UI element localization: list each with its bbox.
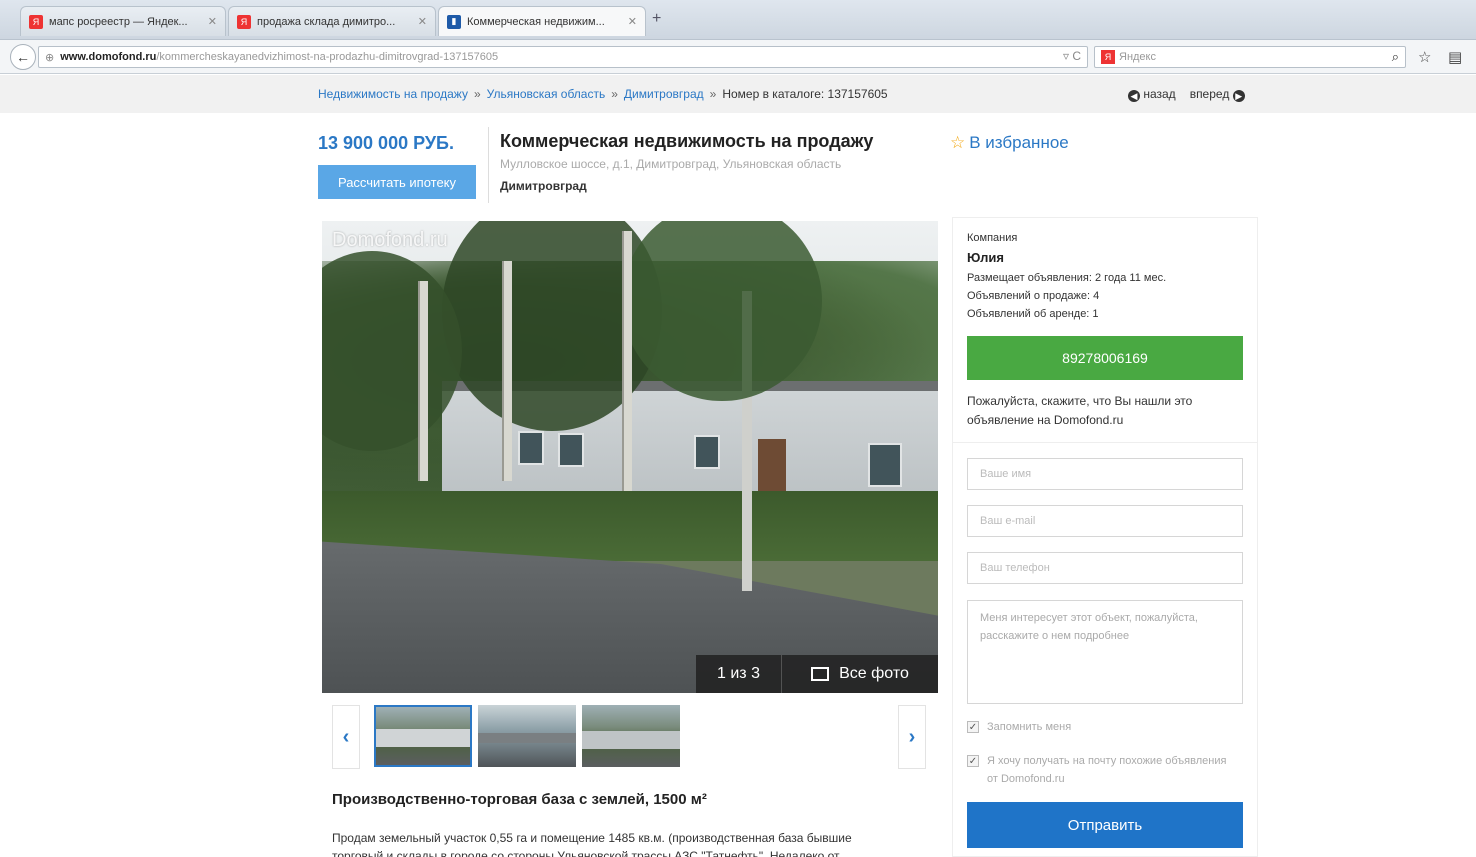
submit-button[interactable]: Отправить — [967, 802, 1243, 848]
mortgage-calc-button[interactable]: Рассчитать ипотеку — [318, 165, 476, 199]
company-label: Компания — [967, 232, 1018, 244]
back-arrow-icon[interactable]: ← — [10, 44, 36, 70]
subscribe-checkbox[interactable]: ✓ Я хочу получать на почту похожие объяв… — [967, 752, 1237, 788]
agent-name: Юлия — [967, 250, 1004, 265]
breadcrumb-separator: » — [709, 87, 717, 101]
thumbnail-strip: ‹ › — [332, 705, 926, 769]
star-icon: ☆ — [950, 133, 966, 152]
add-to-favorites-link[interactable]: ☆ В избранное — [950, 133, 1069, 153]
subscribe-label: Я хочу получать на почту похожие объявле… — [987, 755, 1227, 785]
tab-title: мапс росреестр — Яндек... — [49, 15, 188, 28]
message-field[interactable]: Меня интересует этот объект, пожалуйста,… — [967, 600, 1243, 704]
tab-title: Коммерческая недвижим... — [467, 15, 605, 28]
thumbnail-3[interactable] — [582, 705, 680, 767]
arrow-right-circle-icon: ▶ — [1232, 90, 1245, 102]
browser-tab-bar: Я мапс росреестр — Яндек... ✕ Я продажа … — [0, 0, 1476, 40]
divider — [488, 127, 489, 203]
breadcrumb-link-city[interactable]: Димитровград — [624, 87, 704, 101]
arrow-left-circle-icon: ◀ — [1128, 90, 1140, 102]
breadcrumb-separator: » — [611, 87, 618, 101]
search-box[interactable]: Я Яндекс ⌕ — [1094, 46, 1406, 68]
browser-tab-1[interactable]: Я мапс росреестр — Яндек... ✕ — [20, 6, 226, 36]
email-field[interactable] — [967, 505, 1243, 537]
photo-counter: 1 из 3 — [696, 655, 782, 693]
address-bar[interactable]: ⊕ www.domofond.ru /kommercheskayanedvizh… — [38, 46, 1088, 68]
back-label: назад — [1143, 87, 1176, 101]
forward-label: вперед — [1189, 87, 1230, 101]
listing-price: 13 900 000 РУБ. — [318, 133, 454, 153]
favorites-label: В избранное — [969, 133, 1069, 152]
back-link[interactable]: ◀ назад — [1128, 87, 1176, 102]
agent-stat-rent: Объявлений об аренде: 1 — [967, 308, 1099, 320]
breadcrumb-separator: » — [473, 87, 481, 101]
page-content: Недвижимость на продажу » Ульяновская об… — [0, 75, 1476, 857]
remember-me-label: Запомнить меня — [987, 721, 1072, 733]
agent-stat-posting: Размещает объявления: 2 года 11 мес. — [967, 272, 1167, 284]
globe-icon: ⊕ — [45, 51, 55, 64]
phone-field[interactable] — [967, 552, 1243, 584]
description-text: Продам земельный участок 0,55 га и помещ… — [332, 831, 852, 845]
contact-note: Пожалуйста, скажите, что Вы нашли это об… — [967, 394, 1193, 427]
remember-me-checkbox[interactable]: ✓ Запомнить меня — [967, 718, 1237, 736]
breadcrumb-link-sale[interactable]: Недвижимость на продажу — [318, 87, 468, 101]
url-path: /kommercheskayanedvizhimost-na-prodazhu-… — [156, 51, 499, 63]
bookmark-star-icon[interactable]: ☆ — [1418, 48, 1431, 66]
thumbnail-1[interactable] — [374, 705, 472, 767]
all-photos-button[interactable]: Все фото — [782, 655, 938, 693]
forward-link[interactable]: вперед ▶ — [1190, 87, 1245, 102]
chevron-left-icon[interactable]: ‹ — [332, 705, 360, 769]
contact-panel: Компания Юлия Размещает объявления: 2 го… — [952, 217, 1258, 857]
breadcrumb-link-region[interactable]: Ульяновская область — [487, 87, 606, 101]
listing-city: Димитровград — [500, 179, 587, 193]
browser-nav-bar: ← ⊕ www.domofond.ru /kommercheskayanedvi… — [0, 40, 1476, 74]
all-photos-label: Все фото — [839, 665, 909, 682]
chevron-right-icon[interactable]: › — [898, 705, 926, 769]
url-domain: www.domofond.ru — [60, 51, 157, 63]
description-text-cont: торговый и склады в городе со стороны Ул… — [332, 849, 849, 857]
watermark-logo: Domofond.ru — [332, 229, 448, 251]
reload-icon[interactable]: ▿ C — [1063, 49, 1081, 63]
browser-tab-2[interactable]: Я продажа склада димитро... ✕ — [228, 6, 436, 36]
description-heading: Производственно-торговая база с землей, … — [332, 791, 707, 808]
search-icon[interactable]: ⌕ — [1392, 49, 1399, 65]
name-field[interactable] — [967, 458, 1243, 490]
yandex-icon: Я — [1101, 50, 1115, 64]
new-tab-icon[interactable]: + — [652, 10, 661, 28]
tab-title: продажа склада димитро... — [257, 15, 396, 28]
show-phone-button[interactable]: 89278006169 — [967, 336, 1243, 380]
breadcrumb: Недвижимость на продажу » Ульяновская об… — [0, 75, 1476, 113]
checkbox-checked-icon: ✓ — [967, 755, 979, 767]
image-icon — [811, 667, 830, 681]
clipboard-icon[interactable]: ▤ — [1448, 48, 1462, 66]
yandex-icon: Я — [29, 14, 43, 29]
checkbox-checked-icon: ✓ — [967, 721, 979, 733]
browser-tab-3[interactable]: ▮ Коммерческая недвижим... ✕ — [438, 6, 646, 36]
agent-stat-sale: Объявлений о продаже: 4 — [967, 290, 1100, 302]
divider — [953, 442, 1257, 443]
close-tab-icon[interactable]: ✕ — [208, 15, 217, 28]
bookmark-icon: ▮ — [447, 14, 461, 29]
search-placeholder: Яндекс — [1119, 51, 1156, 63]
thumbnail-2[interactable] — [478, 705, 576, 767]
catalog-number: Номер в каталоге: 137157605 — [722, 87, 888, 101]
page-title: Коммерческая недвижимость на продажу — [500, 131, 874, 151]
close-tab-icon[interactable]: ✕ — [628, 15, 637, 28]
photo-counter-bar: 1 из 3 Все фото — [696, 655, 938, 693]
listing-address: Мулловское шоссе, д.1, Димитровград, Уль… — [500, 157, 842, 171]
main-photo[interactable]: Domofond.ru — [322, 221, 938, 693]
yandex-icon: Я — [237, 14, 251, 29]
close-tab-icon[interactable]: ✕ — [418, 15, 427, 28]
